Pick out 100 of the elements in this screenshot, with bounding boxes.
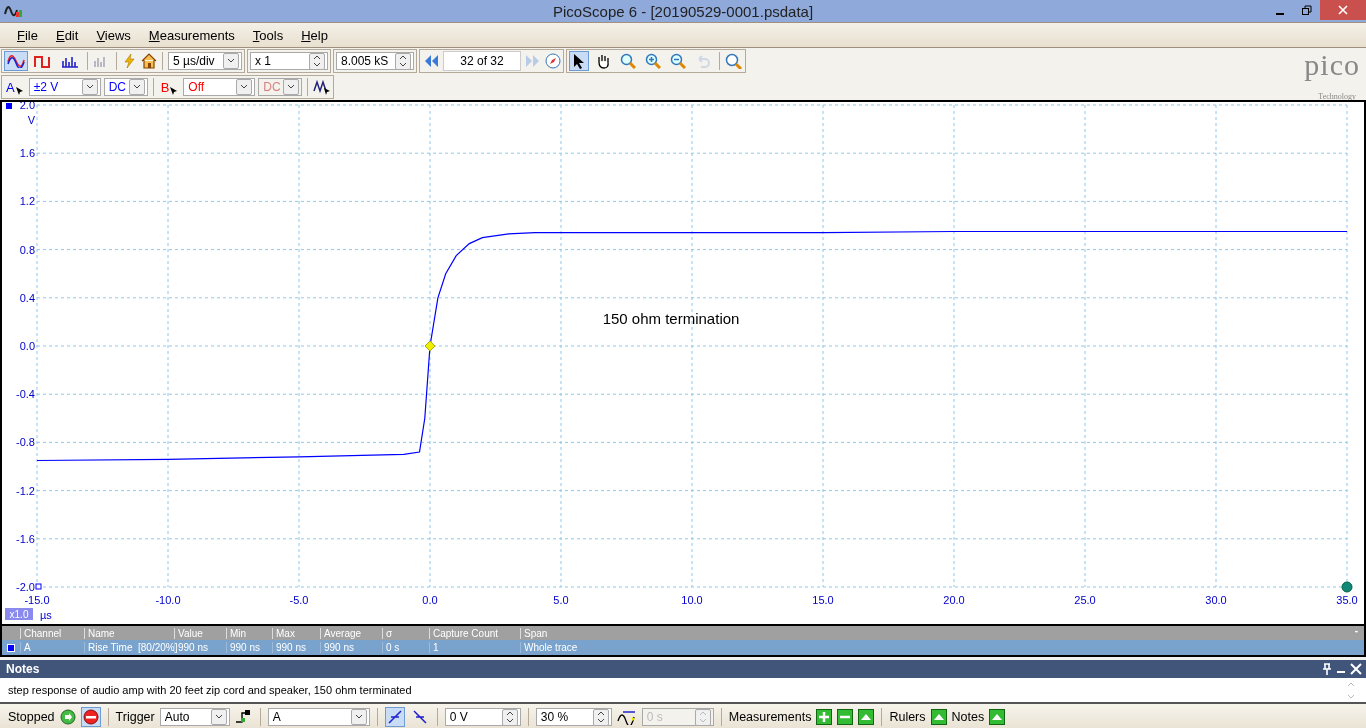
- menu-item[interactable]: File: [8, 27, 47, 43]
- timebase-dropdown[interactable]: 5 µs/div: [168, 52, 242, 70]
- y-tick-label: 0.4: [19, 291, 35, 304]
- rising-edge-icon: [387, 710, 402, 724]
- window-title: PicoScope 6 - [20190529-0001.psdata]: [551, 2, 815, 20]
- annotation-text: 150 ohm termination: [602, 310, 740, 328]
- menu-item[interactable]: Measurements: [139, 27, 244, 43]
- trigger-edge-icon[interactable]: [234, 709, 253, 725]
- notes-title: Notes: [6, 662, 40, 676]
- samples-spinner[interactable]: 8.005 kS: [336, 52, 414, 70]
- pretrigger-spinner[interactable]: 30 %: [535, 708, 612, 726]
- bar-chart-icon: [61, 54, 79, 68]
- waveform-cursor-icon[interactable]: [313, 79, 332, 95]
- table-cell: Whole trace: [520, 642, 1364, 653]
- x-tick-label: 25.0: [1074, 594, 1096, 606]
- close-icon[interactable]: [1350, 663, 1362, 675]
- logo: pico Technology: [1304, 52, 1360, 101]
- x-tick-label: 35.0: [1336, 594, 1358, 606]
- chevron-down-icon: [227, 58, 235, 64]
- sine-wave-icon: [7, 54, 25, 68]
- column-header: Channel: [20, 627, 84, 639]
- pin-icon[interactable]: [1322, 663, 1332, 675]
- measurements-label: Measurements: [728, 710, 812, 724]
- y-tick-label: 2.0: [19, 102, 35, 111]
- column-header: Capture Count: [429, 627, 520, 639]
- status-text: Stopped: [8, 710, 55, 724]
- compass-icon[interactable]: [545, 53, 561, 69]
- range-dropdown[interactable]: Off: [183, 78, 256, 96]
- column-header: Value: [174, 627, 226, 639]
- remove-icon[interactable]: [837, 709, 854, 725]
- x-tick-label: 15.0: [812, 594, 834, 606]
- channel-button[interactable]: A: [4, 79, 26, 95]
- x-tick-label: 30.0: [1205, 594, 1227, 606]
- buffer-position-field[interactable]: 32 of 32: [443, 51, 521, 71]
- menu-item[interactable]: Help: [292, 27, 337, 43]
- y-tick-label: -0.8: [16, 436, 35, 449]
- column-header: Min: [226, 627, 272, 639]
- axis-handle-icon[interactable]: [35, 583, 42, 590]
- pointer-tool-button[interactable]: [569, 51, 589, 71]
- menu-item[interactable]: Tools: [243, 27, 293, 43]
- notes-text: step response of audio amp with 20 feet zip cord and speaker, 150 ohm terminated: [8, 684, 412, 696]
- edit-up-icon[interactable]: [858, 709, 875, 725]
- table-cell: 0 s: [382, 642, 429, 653]
- home-icon[interactable]: [141, 53, 157, 69]
- column-header: Name: [84, 627, 174, 639]
- channel-button[interactable]: B: [158, 79, 181, 95]
- zoom-spinner[interactable]: x 1: [250, 52, 328, 70]
- table-cell: A: [20, 642, 84, 653]
- column-header: Average: [320, 627, 382, 639]
- magnifier-icon[interactable]: [725, 53, 743, 69]
- notes-area[interactable]: step response of audio amp with 20 feet zip cord and speaker, 150 ohm terminated: [0, 678, 1366, 704]
- spin-arrows-icon: [313, 54, 321, 68]
- y-tick-label: -1.6: [16, 532, 35, 545]
- chevron-down-icon: [287, 84, 296, 90]
- x-unit-label: µs: [40, 609, 52, 621]
- channel-marker-icon: [6, 103, 12, 109]
- falling-edge-icon: [412, 710, 427, 724]
- delay-icon[interactable]: [616, 709, 637, 725]
- show-up-icon[interactable]: [989, 709, 1006, 725]
- close-icon: [1338, 5, 1348, 15]
- chevron-down-icon: [132, 84, 141, 90]
- threshold-spinner[interactable]: 0 V: [444, 708, 521, 726]
- show-up-icon[interactable]: [930, 709, 947, 725]
- x-tick-label: -10.0: [155, 594, 181, 606]
- trigger-channel-dropdown[interactable]: A: [267, 708, 370, 726]
- x-tick-label: 0.0: [422, 594, 438, 606]
- hand-icon: [595, 53, 611, 69]
- x-tick-label: 5.0: [553, 594, 569, 606]
- x-tick-label: -5.0: [289, 594, 309, 606]
- trigger-mode-dropdown[interactable]: Auto: [159, 708, 230, 726]
- y-tick-label: 1.6: [19, 147, 35, 160]
- table-cell: 990 ns: [226, 642, 272, 653]
- chevron-down-icon: [85, 84, 94, 90]
- axis-handle-icon[interactable]: [1341, 581, 1353, 593]
- add-icon[interactable]: [816, 709, 833, 725]
- spin-arrows-icon: [399, 54, 407, 68]
- zoom-badge: x1.0: [5, 608, 33, 620]
- spin-arrows-icon: [596, 710, 605, 724]
- scope-mode-button[interactable]: [4, 51, 28, 71]
- trigger-marker-icon[interactable]: [424, 340, 436, 352]
- magnifier-icon: [645, 53, 661, 69]
- y-tick-label: 0.8: [19, 243, 35, 256]
- restore-icon: [1301, 5, 1312, 15]
- table-cell: 990 ns: [272, 642, 320, 653]
- menu-item[interactable]: Views: [87, 27, 140, 43]
- y-tick-label: -1.2: [16, 484, 35, 497]
- chevron-down-icon: [240, 84, 249, 90]
- menu-item[interactable]: Edit: [46, 27, 88, 43]
- table-cell: 1: [429, 642, 520, 653]
- cursor-icon: [14, 85, 24, 95]
- range-dropdown[interactable]: ±2 V: [28, 78, 101, 96]
- play-icon[interactable]: [59, 709, 76, 725]
- column-header: Max: [272, 627, 320, 639]
- stop-icon[interactable]: [80, 707, 101, 727]
- y-tick-label: -0.4: [16, 388, 35, 401]
- minimize-icon: [1275, 13, 1284, 15]
- y-tick-label: 1.2: [19, 195, 35, 208]
- coupling-dropdown[interactable]: DC: [103, 78, 148, 96]
- x-tick-label: -15.0: [24, 594, 50, 606]
- rising-edge-button[interactable]: [384, 707, 405, 727]
